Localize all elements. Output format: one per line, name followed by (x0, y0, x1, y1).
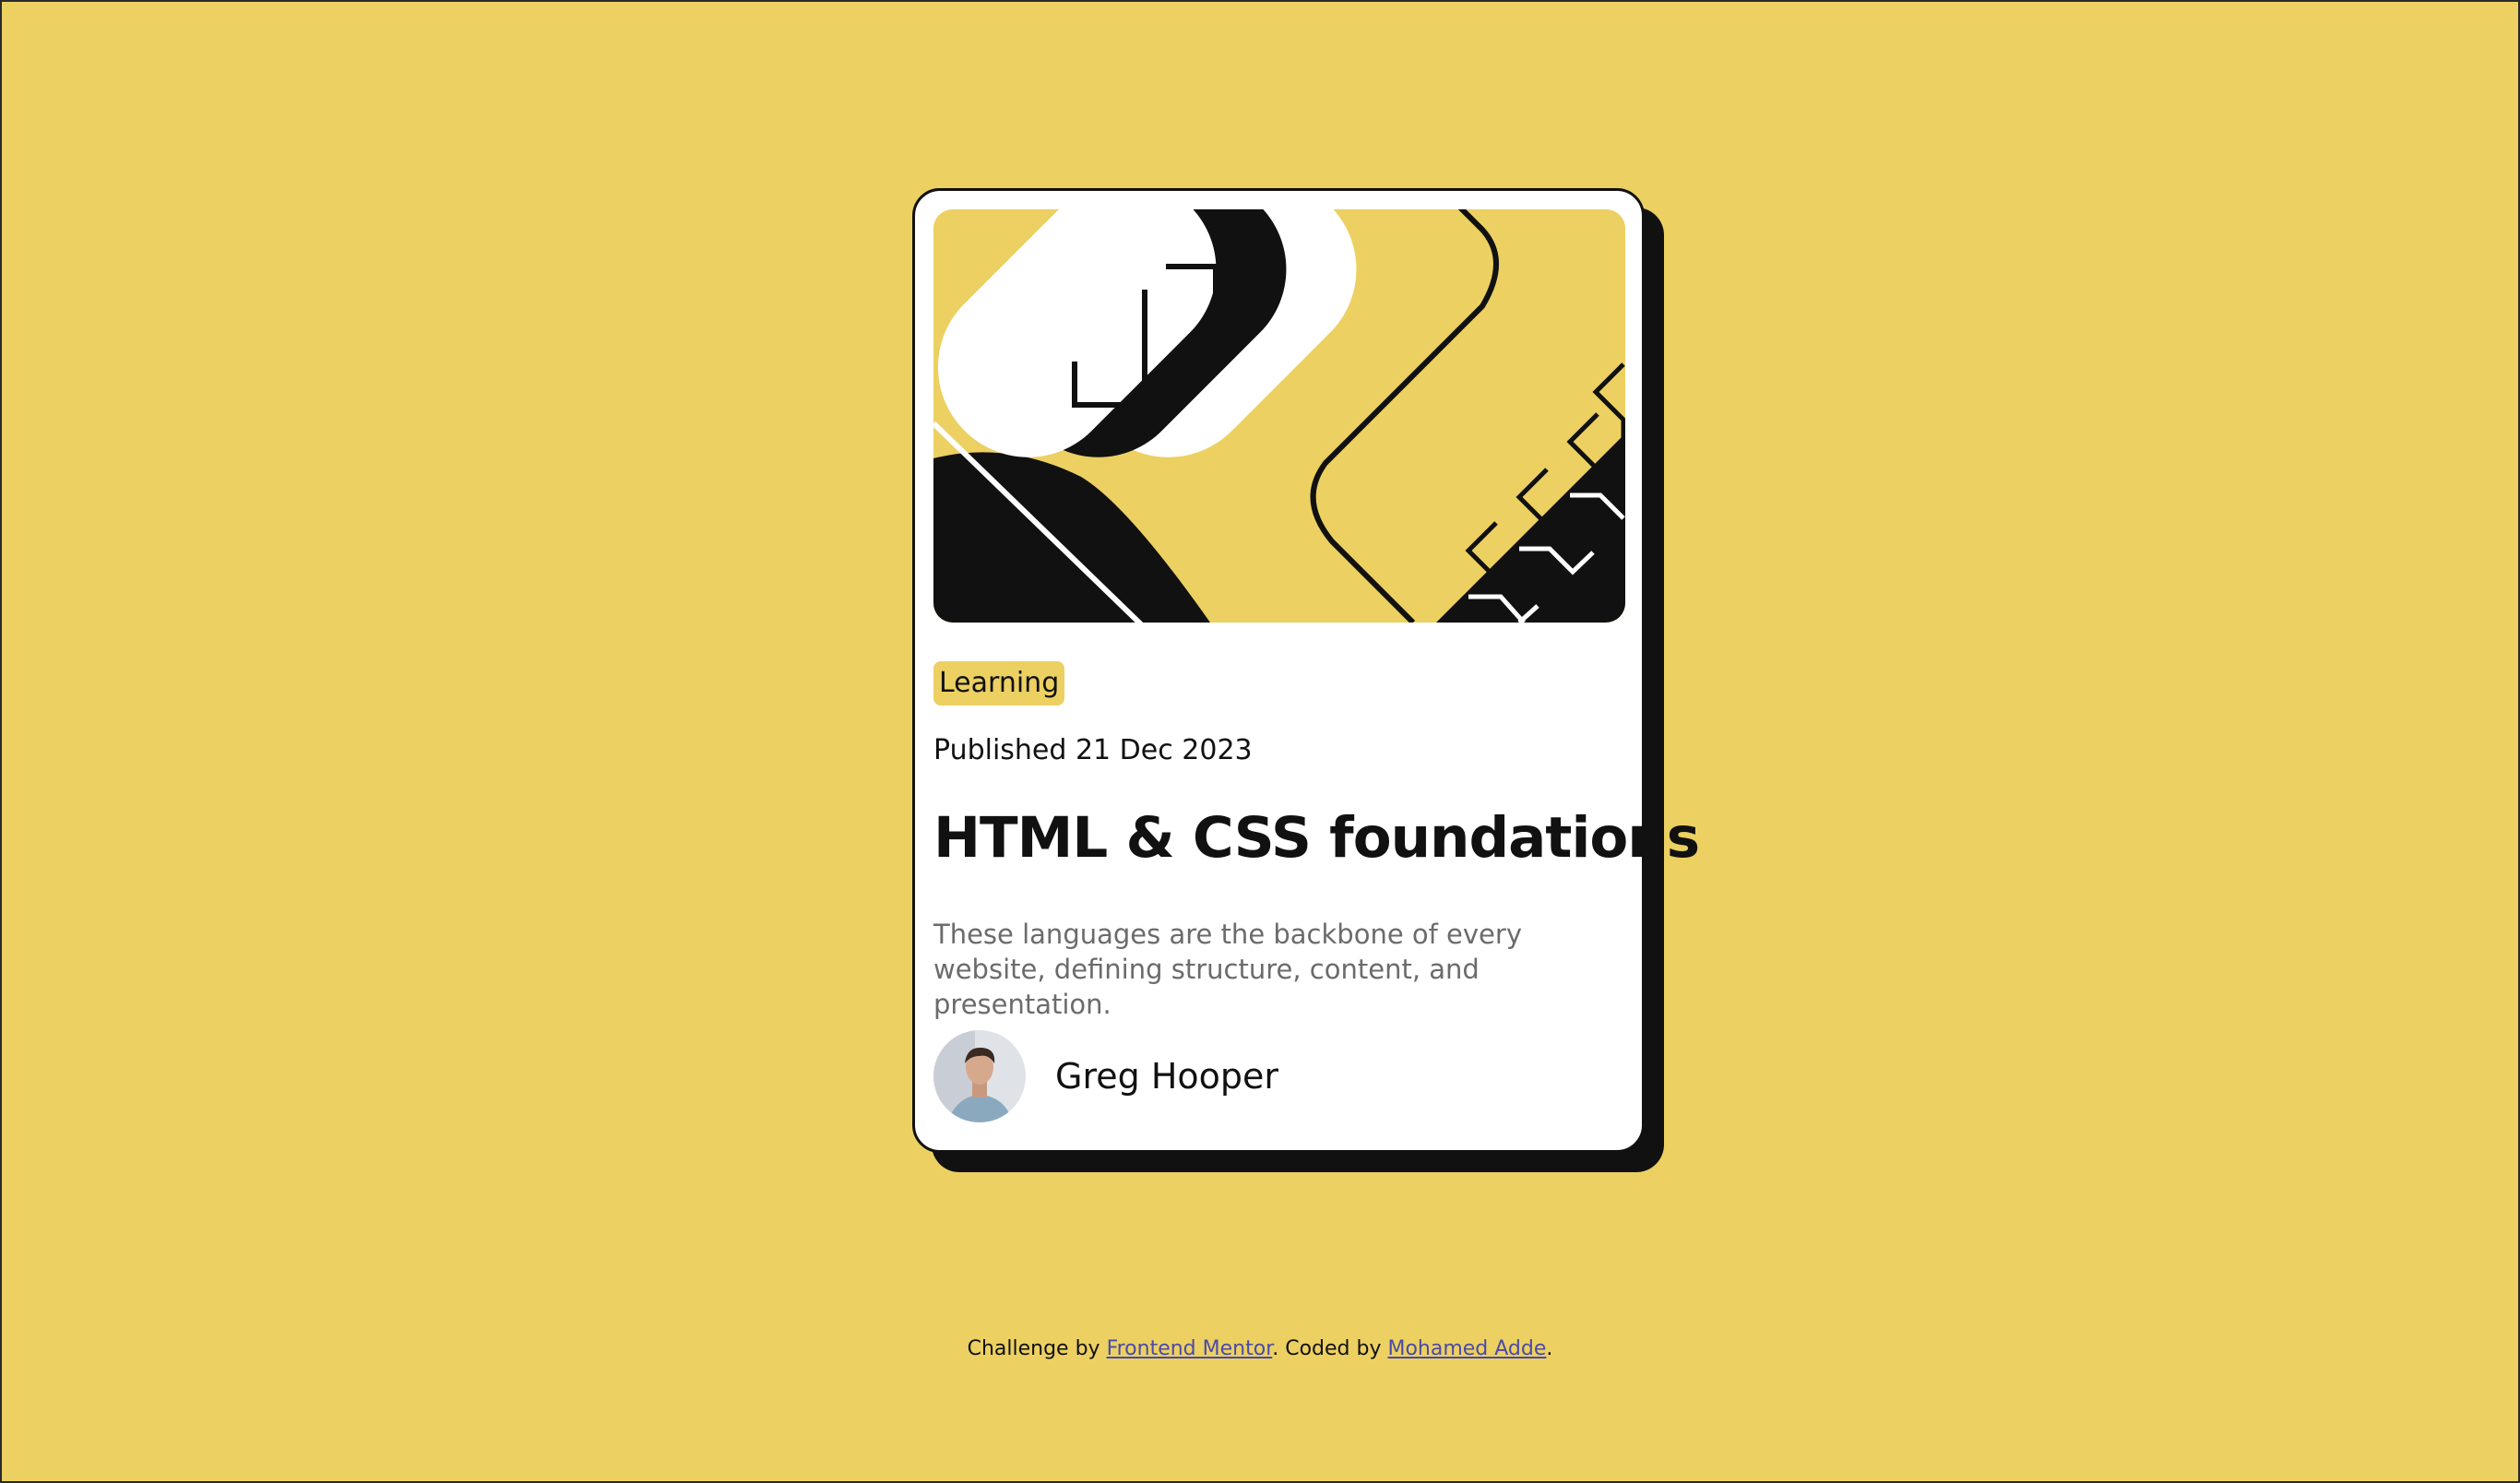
frontend-mentor-link[interactable]: Frontend Mentor (1107, 1337, 1273, 1360)
card-title[interactable]: HTML & CSS foundations (933, 805, 1700, 871)
attribution-prefix: Challenge by (967, 1337, 1107, 1360)
attribution-footer: Challenge by Frontend Mentor. Coded by M… (2, 1337, 2518, 1360)
attribution-middle: . Coded by (1272, 1337, 1388, 1360)
card-description: These languages are the backbone of ever… (933, 919, 1522, 1020)
category-tag: Learning (933, 661, 1065, 706)
author-name: Greg Hooper (1055, 1056, 1279, 1097)
avatar (933, 1030, 1026, 1122)
author: Greg Hooper (933, 1030, 1278, 1122)
hero-illustration (933, 209, 1625, 623)
published-date: Published 21 Dec 2023 (933, 734, 1253, 766)
author-link[interactable]: Mohamed Adde (1387, 1337, 1546, 1360)
attribution-suffix: . (1546, 1337, 1553, 1360)
abstract-illustration (933, 209, 1625, 623)
author-photo (933, 1030, 1026, 1122)
blog-preview-card: Learning Published 21 Dec 2023 HTML & CS… (912, 188, 1700, 1153)
